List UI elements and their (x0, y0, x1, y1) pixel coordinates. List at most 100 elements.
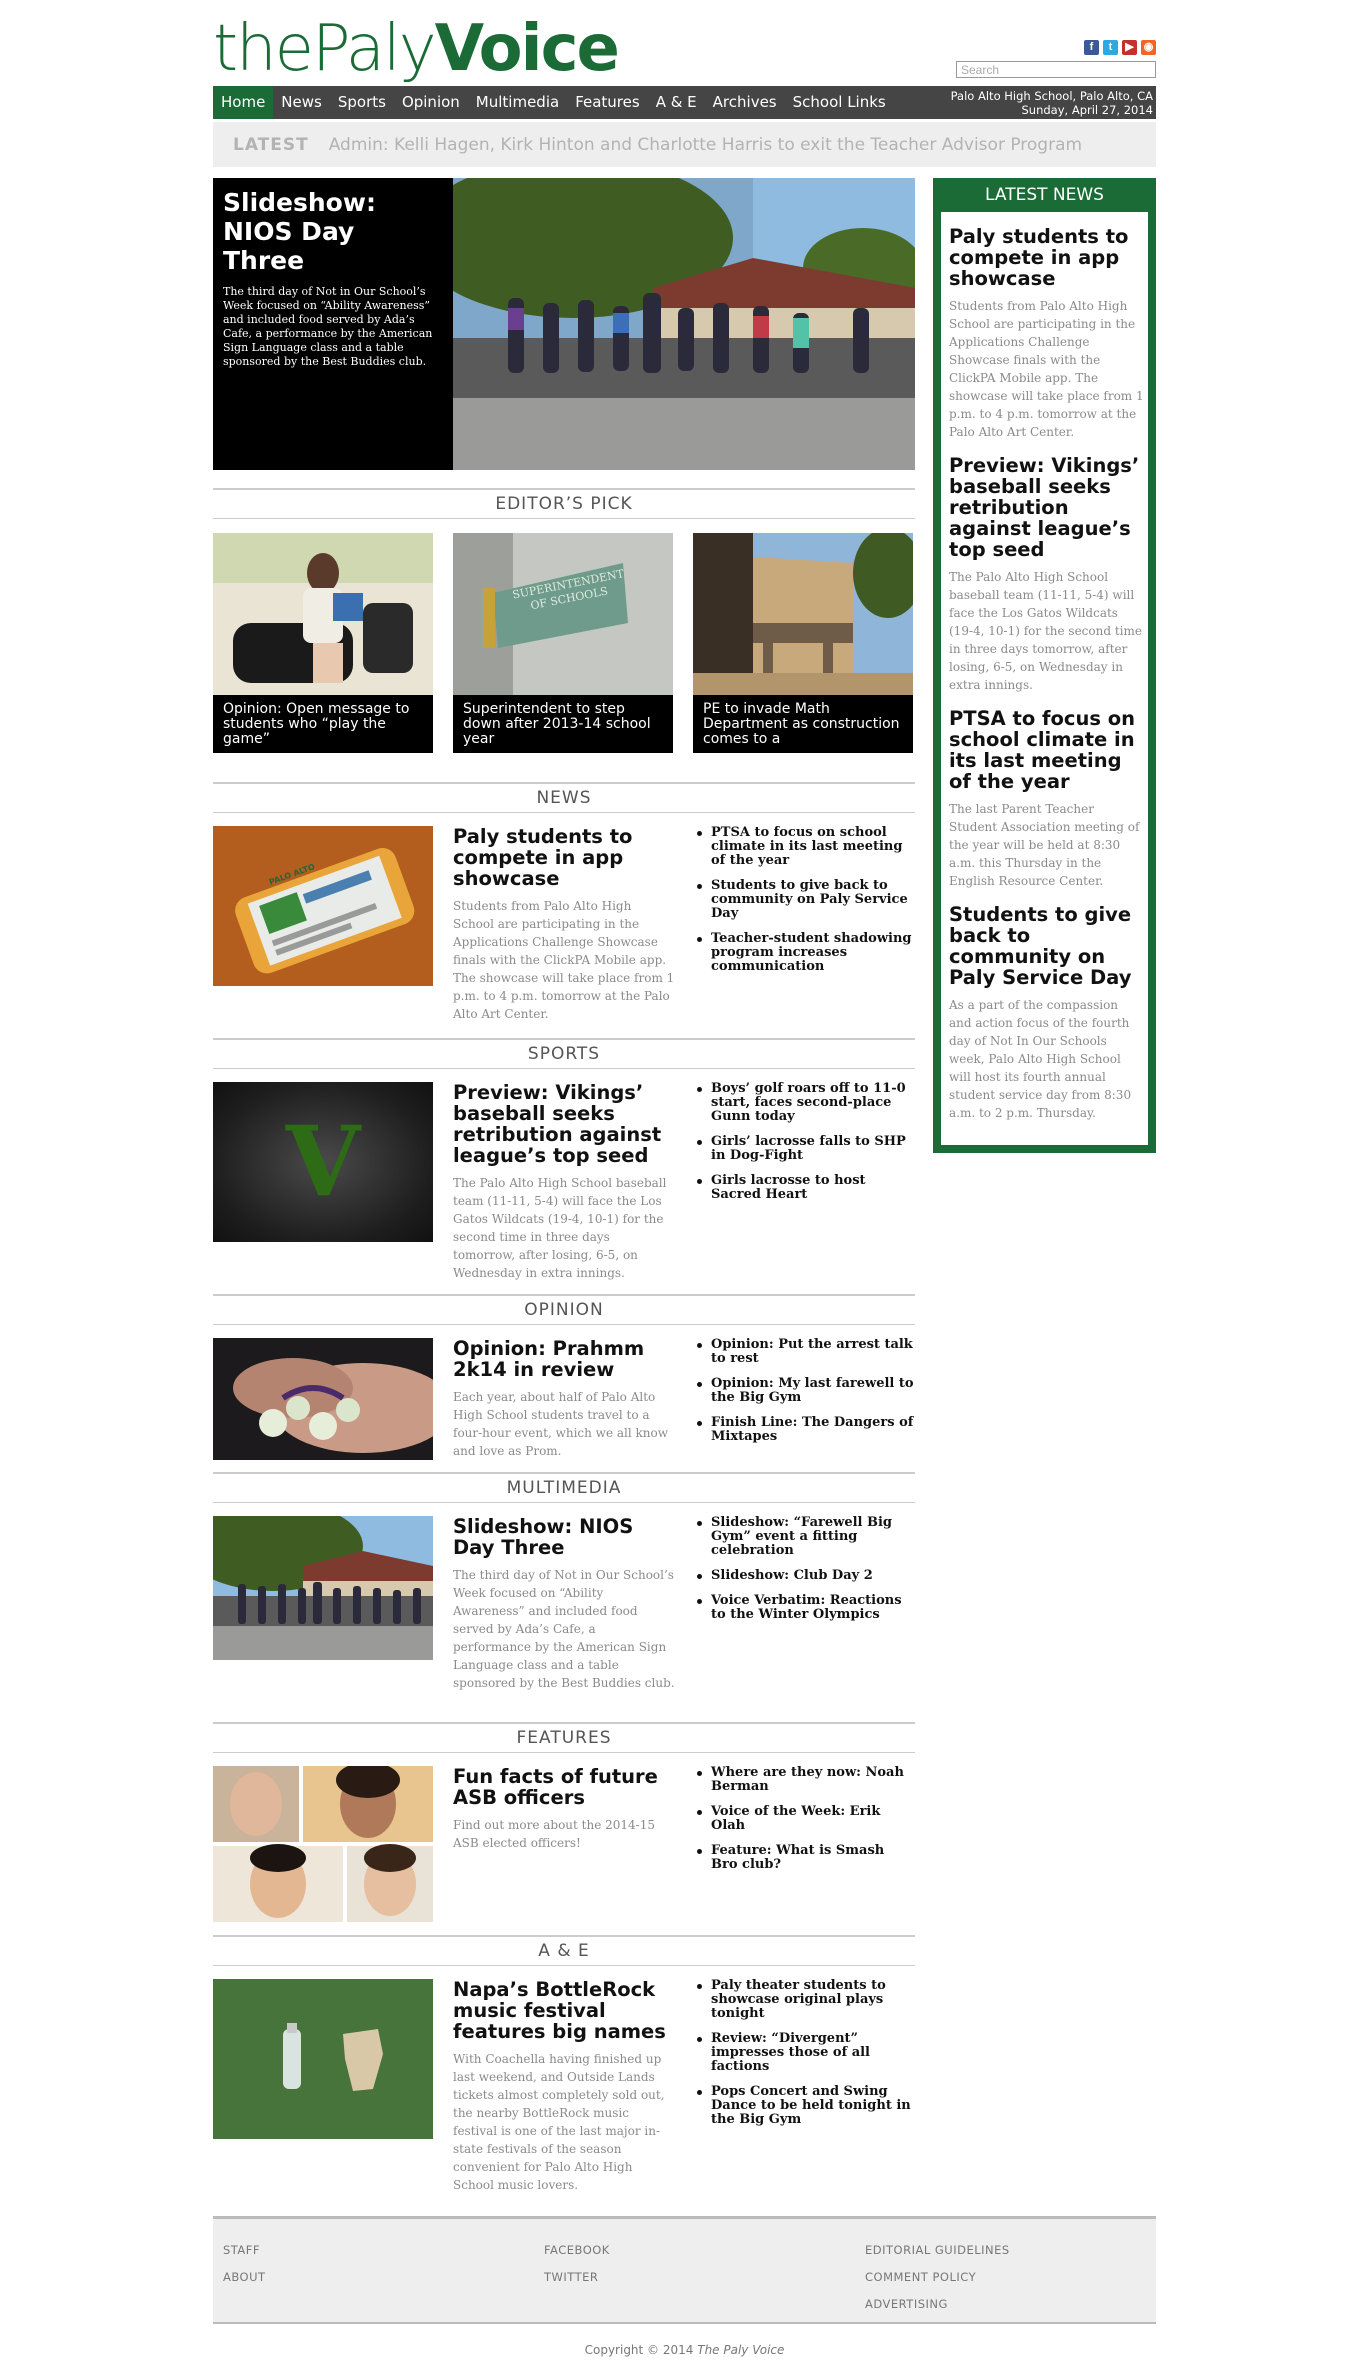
ae-link[interactable]: Paly theater students to showcase origin… (693, 1979, 915, 2021)
editors-pick-card[interactable]: PE to invade Math Department as construc… (693, 533, 913, 753)
youtube-icon[interactable]: ▶ (1122, 40, 1137, 55)
ae-text: With Coachella having finished up last w… (453, 2052, 665, 2192)
nav-news[interactable]: News (273, 86, 330, 119)
section-heading-editors-pick: EDITOR’S PICK (213, 488, 915, 519)
nav-school-links[interactable]: School Links (785, 86, 894, 119)
sidebar-item-title[interactable]: Paly students to compete in app showcase (949, 226, 1144, 289)
multimedia-title[interactable]: Slideshow: NIOS Day Three (453, 1516, 675, 1558)
nav-sports[interactable]: Sports (330, 86, 394, 119)
sports-thumbnail[interactable]: V (213, 1082, 433, 1242)
nav-multimedia[interactable]: Multimedia (468, 86, 567, 119)
sidebar-item: Paly students to compete in app showcase… (941, 212, 1148, 441)
footer-link-staff[interactable]: STAFF (223, 2237, 266, 2264)
editors-pick-caption[interactable]: Superintendent to step down after 2013-1… (453, 695, 673, 753)
editors-pick-caption[interactable]: Opinion: Open message to students who “p… (213, 695, 433, 753)
latest-news-sidebar: LATEST NEWS Paly students to compete in … (933, 178, 1156, 1153)
sidebar-item: Students to give back to community on Pa… (941, 890, 1148, 1122)
sidebar-item: PTSA to focus on school climate in its l… (941, 694, 1148, 890)
facebook-icon[interactable]: f (1084, 40, 1099, 55)
opinion-text: Each year, about half of Palo Alto High … (453, 1390, 669, 1458)
logo-paly: Paly (312, 12, 437, 86)
opinion-link[interactable]: Finish Line: The Dangers of Mixtapes (693, 1416, 915, 1444)
features-link[interactable]: Voice of the Week: Erik Olah (693, 1805, 915, 1833)
ae-link[interactable]: Review: “Divergent” impresses those of a… (693, 2032, 915, 2074)
ae-links: Paly theater students to showcase origin… (693, 1979, 915, 2138)
features-link[interactable]: Feature: What is Smash Bro club? (693, 1844, 915, 1872)
news-thumbnail[interactable]: PALO ALTO (213, 826, 433, 986)
sidebar-item-title[interactable]: Students to give back to community on Pa… (949, 904, 1144, 988)
editors-pick-card[interactable]: Opinion: Open message to students who “p… (213, 533, 433, 753)
sports-link[interactable]: Girls lacrosse to host Sacred Heart (693, 1174, 915, 1202)
section-heading-sports: SPORTS (213, 1038, 915, 1069)
nav-ae[interactable]: A & E (648, 86, 705, 119)
featured-slideshow[interactable]: Slideshow: NIOS Day Three The third day … (213, 178, 915, 470)
nav-archives[interactable]: Archives (705, 86, 785, 119)
news-link[interactable]: Students to give back to community on Pa… (693, 879, 915, 921)
editors-pick-card[interactable]: SUPERINTENDENT OF SCHOOLS Superintendent… (453, 533, 673, 753)
slideshow-text: The third day of Not in Our School’s Wee… (223, 285, 433, 368)
sidebar-item-text: As a part of the compassion and action f… (949, 998, 1132, 1120)
opinion-link[interactable]: Opinion: Put the arrest talk to rest (693, 1338, 915, 1366)
section-heading-opinion: OPINION (213, 1294, 915, 1325)
news-title[interactable]: Paly students to compete in app showcase (453, 826, 675, 889)
news-link[interactable]: PTSA to focus on school climate in its l… (693, 826, 915, 868)
footer-link-twitter[interactable]: TWITTER (544, 2264, 610, 2291)
opinion-link[interactable]: Opinion: My last farewell to the Big Gym (693, 1377, 915, 1405)
copyright-name: The Paly Voice (697, 2343, 785, 2357)
ae-title[interactable]: Napa’s BottleRock music festival feature… (453, 1979, 675, 2042)
sports-story: Preview: Vikings’ baseball seeks retribu… (453, 1082, 675, 1282)
ae-link[interactable]: Pops Concert and Swing Dance to be held … (693, 2085, 915, 2127)
social-links: f t ▶ ◉ (1084, 40, 1156, 55)
multimedia-text: The third day of Not in Our School’s Wee… (453, 1568, 675, 1690)
features-link[interactable]: Where are they now: Noah Berman (693, 1766, 915, 1794)
ticker-headline[interactable]: Admin: Kelli Hagen, Kirk Hinton and Char… (329, 135, 1082, 155)
slideshow-title[interactable]: Slideshow: NIOS Day Three (223, 188, 443, 275)
section-heading-features: FEATURES (213, 1722, 915, 1753)
news-link[interactable]: Teacher-student shadowing program increa… (693, 932, 915, 974)
logo-voice: Voice (434, 12, 620, 86)
editors-pick-image (693, 533, 913, 695)
date: Sunday, April 27, 2014 (1021, 103, 1154, 117)
sports-link[interactable]: Girls’ lacrosse falls to SHP in Dog-Figh… (693, 1135, 915, 1163)
copyright-text: Copyright © 2014 (584, 2343, 694, 2357)
features-thumbnail[interactable] (213, 1766, 433, 1922)
footer-link-editorial-guidelines[interactable]: EDITORIAL GUIDELINES (865, 2237, 1010, 2264)
search-input[interactable]: Search (956, 61, 1156, 78)
twitter-icon[interactable]: t (1103, 40, 1118, 55)
copyright: Copyright © 2014 The Paly Voice (213, 2343, 1156, 2357)
sidebar-heading: LATEST NEWS (933, 178, 1156, 212)
nav-features[interactable]: Features (567, 86, 648, 119)
nav-opinion[interactable]: Opinion (394, 86, 468, 119)
features-title[interactable]: Fun facts of future ASB officers (453, 1766, 675, 1808)
ticker-label: LATEST (233, 134, 309, 155)
section-heading-news: NEWS (213, 782, 915, 813)
multimedia-thumbnail[interactable] (213, 1516, 433, 1660)
editors-pick-caption[interactable]: PE to invade Math Department as construc… (693, 695, 913, 753)
main-nav: Home News Sports Opinion Multimedia Feat… (213, 86, 1156, 119)
slideshow-photo[interactable] (453, 178, 915, 470)
sports-link[interactable]: Boys’ golf roars off to 11-0 start, face… (693, 1082, 915, 1124)
rss-icon[interactable]: ◉ (1141, 40, 1156, 55)
section-heading-ae: A & E (213, 1935, 915, 1966)
footer-link-advertising[interactable]: ADVERTISING (865, 2291, 1010, 2318)
opinion-thumbnail[interactable] (213, 1338, 433, 1460)
sidebar-item-title[interactable]: PTSA to focus on school climate in its l… (949, 708, 1144, 792)
multimedia-link[interactable]: Slideshow: Club Day 2 (693, 1569, 915, 1583)
footer-link-facebook[interactable]: FACEBOOK (544, 2237, 610, 2264)
sports-title[interactable]: Preview: Vikings’ baseball seeks retribu… (453, 1082, 675, 1166)
ae-story: Napa’s BottleRock music festival feature… (453, 1979, 675, 2194)
multimedia-link[interactable]: Voice Verbatim: Reactions to the Winter … (693, 1594, 915, 1622)
ae-thumbnail[interactable] (213, 1979, 433, 2139)
site-logo[interactable]: thePalyVoice (213, 12, 620, 86)
sidebar-item-title[interactable]: Preview: Vikings’ baseball seeks retribu… (949, 455, 1144, 560)
sports-text: The Palo Alto High School baseball team … (453, 1176, 667, 1280)
footer-link-about[interactable]: ABOUT (223, 2264, 266, 2291)
multimedia-link[interactable]: Slideshow: “Farewell Big Gym” event a fi… (693, 1516, 915, 1558)
logo-the: the (213, 12, 314, 86)
editors-pick-image (213, 533, 433, 695)
footer-link-comment-policy[interactable]: COMMENT POLICY (865, 2264, 1010, 2291)
news-text: Students from Palo Alto High School are … (453, 899, 675, 1021)
nav-home[interactable]: Home (213, 86, 274, 119)
sidebar-item: Preview: Vikings’ baseball seeks retribu… (941, 441, 1148, 694)
opinion-title[interactable]: Opinion: Prahmm 2k14 in review (453, 1338, 675, 1380)
